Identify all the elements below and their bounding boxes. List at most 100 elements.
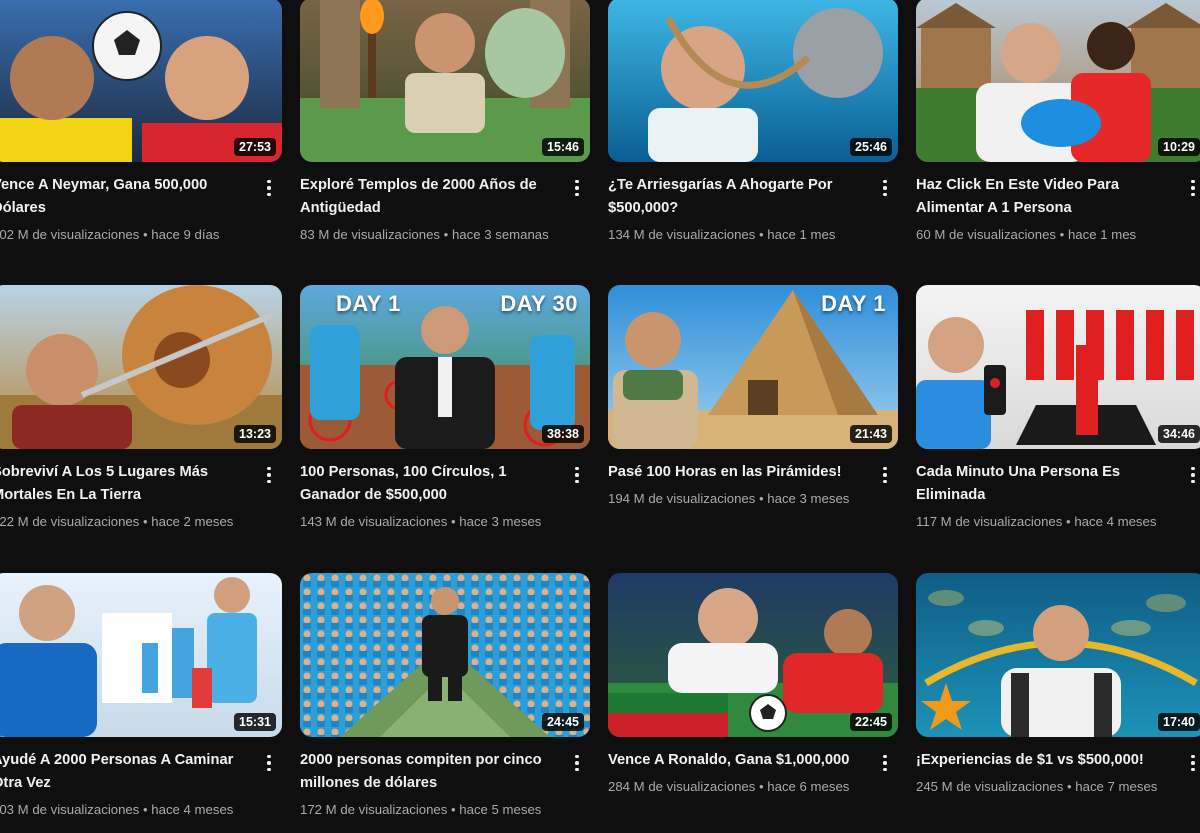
- video-thumbnail[interactable]: DAY 1 DAY 30 38:38: [300, 285, 590, 449]
- video-duration: 15:46: [542, 138, 584, 156]
- video-duration: 34:46: [1158, 425, 1200, 443]
- view-count: 60 M de visualizaciones: [916, 227, 1057, 242]
- more-options-button[interactable]: [568, 463, 586, 487]
- more-dot: [883, 761, 887, 765]
- more-dot: [1191, 767, 1195, 772]
- more-dot: [267, 767, 271, 772]
- video-card[interactable]: 27:53 Vence A Neymar, Gana 500,000 Dólar…: [0, 0, 282, 285]
- more-dot: [267, 186, 271, 190]
- more-options-button[interactable]: [260, 463, 278, 487]
- meta-separator: •: [440, 227, 452, 242]
- thumbnail-overlay-label: DAY 1: [336, 291, 401, 316]
- meta-separator: •: [1063, 779, 1076, 794]
- video-title[interactable]: Cada Minuto Una Persona Es Eliminada: [916, 461, 1172, 507]
- more-options-button[interactable]: [1184, 751, 1200, 775]
- view-count: 245 M de visualizaciones: [916, 779, 1064, 794]
- more-dot: [1191, 754, 1195, 759]
- video-thumbnail[interactable]: 25:46: [608, 0, 898, 162]
- video-card[interactable]: 13:23 Sobreviví A Los 5 Lugares Más Mort…: [0, 285, 282, 573]
- view-count: 134 M de visualizaciones: [608, 227, 756, 242]
- more-dot: [575, 179, 579, 184]
- video-thumbnail[interactable]: 34:46: [916, 285, 1200, 449]
- video-thumbnail[interactable]: 22:45: [608, 573, 898, 737]
- upload-age: hace 9 días: [151, 227, 220, 242]
- video-card[interactable]: 22:45 Vence A Ronaldo, Gana $1,000,000 2…: [608, 573, 898, 833]
- video-card[interactable]: 25:46 ¿Te Arriesgarías A Ahogarte Por $5…: [608, 0, 898, 285]
- video-title[interactable]: Sobreviví A Los 5 Lugares Más Mortales E…: [0, 461, 248, 507]
- more-dot: [883, 186, 887, 190]
- more-options-button[interactable]: [568, 751, 586, 775]
- upload-age: hace 3 meses: [767, 491, 850, 506]
- video-title[interactable]: Vence A Ronaldo, Gana $1,000,000: [608, 749, 864, 772]
- view-count: 284 M de visualizaciones: [608, 779, 756, 794]
- video-title[interactable]: ¿Te Arriesgarías A Ahogarte Por $500,000…: [608, 174, 864, 220]
- upload-age: hace 1 mes: [767, 227, 836, 242]
- more-dot: [1191, 761, 1195, 765]
- more-dot: [1191, 479, 1195, 484]
- video-thumbnail[interactable]: 24:45: [300, 573, 590, 737]
- video-title[interactable]: 100 Personas, 100 Círculos, 1 Ganador de…: [300, 461, 556, 507]
- more-dot: [575, 761, 579, 765]
- view-count: 117 M de visualizaciones: [916, 514, 1063, 529]
- more-dot: [267, 466, 271, 471]
- more-options-button[interactable]: [876, 751, 894, 775]
- video-title[interactable]: Pasé 100 Horas en las Pirámides!: [608, 461, 864, 484]
- more-options-button[interactable]: [260, 751, 278, 775]
- video-stats: 284 M de visualizaciones • hace 6 meses: [608, 778, 864, 796]
- more-options-button[interactable]: [568, 176, 586, 200]
- video-title[interactable]: ¡Experiencias de $1 vs $500,000!: [916, 749, 1172, 772]
- video-duration: 13:23: [234, 425, 276, 443]
- video-meta: ¡Experiencias de $1 vs $500,000! 245 M d…: [916, 737, 1200, 796]
- more-dot: [267, 479, 271, 484]
- thumbnail-overlay-label: DAY 1: [821, 291, 886, 316]
- video-card[interactable]: 34:46 Cada Minuto Una Persona Es Elimina…: [916, 285, 1200, 573]
- more-dot: [883, 179, 887, 184]
- meta-separator: •: [1062, 514, 1075, 529]
- video-title[interactable]: Ayudé A 2000 Personas A Caminar Otra Vez: [0, 749, 248, 795]
- view-count: 103 M de visualizaciones: [0, 802, 140, 817]
- video-card[interactable]: 10:29 Haz Click En Este Video Para Alime…: [916, 0, 1200, 285]
- video-title[interactable]: Exploré Templos de 2000 Años de Antigüed…: [300, 174, 556, 220]
- more-options-button[interactable]: [260, 176, 278, 200]
- video-card[interactable]: 17:40 ¡Experiencias de $1 vs $500,000! 2…: [916, 573, 1200, 833]
- video-duration: 38:38: [542, 425, 584, 443]
- video-title[interactable]: 2000 personas compiten por cinco millone…: [300, 749, 556, 795]
- video-card[interactable]: 15:31 Ayudé A 2000 Personas A Caminar Ot…: [0, 573, 282, 833]
- video-thumbnail[interactable]: 27:53: [0, 0, 282, 162]
- video-duration: 25:46: [850, 138, 892, 156]
- video-stats: 143 M de visualizaciones • hace 3 meses: [300, 513, 556, 531]
- video-title[interactable]: Vence A Neymar, Gana 500,000 Dólares: [0, 174, 248, 220]
- video-thumbnail[interactable]: 13:23: [0, 285, 282, 449]
- more-options-button[interactable]: [876, 176, 894, 200]
- video-thumbnail[interactable]: 10:29: [916, 0, 1200, 162]
- video-card[interactable]: 24:45 2000 personas compiten por cinco m…: [300, 573, 590, 833]
- more-options-button[interactable]: [1184, 463, 1200, 487]
- video-row: 27:53 Vence A Neymar, Gana 500,000 Dólar…: [0, 0, 1200, 285]
- upload-age: hace 2 meses: [151, 514, 234, 529]
- upload-age: hace 3 semanas: [451, 227, 549, 242]
- video-grid: 27:53 Vence A Neymar, Gana 500,000 Dólar…: [0, 0, 1200, 833]
- more-dot: [1191, 179, 1195, 184]
- video-card[interactable]: 15:46 Exploré Templos de 2000 Años de An…: [300, 0, 590, 285]
- video-stats: 194 M de visualizaciones • hace 3 meses: [608, 490, 864, 508]
- meta-separator: •: [139, 802, 152, 817]
- video-duration: 15:31: [234, 713, 276, 731]
- thumbnail-overlay-label: DAY 30: [500, 291, 578, 316]
- more-dot: [575, 466, 579, 471]
- video-thumbnail[interactable]: DAY 1 21:43: [608, 285, 898, 449]
- upload-age: hace 4 meses: [1074, 514, 1157, 529]
- video-meta: Ayudé A 2000 Personas A Caminar Otra Vez…: [0, 737, 282, 819]
- video-card[interactable]: DAY 1 21:43 Pasé 100 Horas en las Pirámi…: [608, 285, 898, 573]
- video-thumbnail[interactable]: 15:31: [0, 573, 282, 737]
- video-meta: ¿Te Arriesgarías A Ahogarte Por $500,000…: [608, 162, 898, 244]
- video-thumbnail[interactable]: 15:46: [300, 0, 590, 162]
- video-thumbnail[interactable]: 17:40: [916, 573, 1200, 737]
- video-duration: 21:43: [850, 425, 892, 443]
- video-stats: 134 M de visualizaciones • hace 1 mes: [608, 226, 864, 244]
- more-options-button[interactable]: [876, 463, 894, 487]
- more-options-button[interactable]: [1184, 176, 1200, 200]
- video-card[interactable]: DAY 1 DAY 30 38:38 100 Personas, 100 Cír…: [300, 285, 590, 573]
- video-title[interactable]: Haz Click En Este Video Para Alimentar A…: [916, 174, 1172, 220]
- upload-age: hace 3 meses: [459, 514, 542, 529]
- video-duration: 27:53: [234, 138, 276, 156]
